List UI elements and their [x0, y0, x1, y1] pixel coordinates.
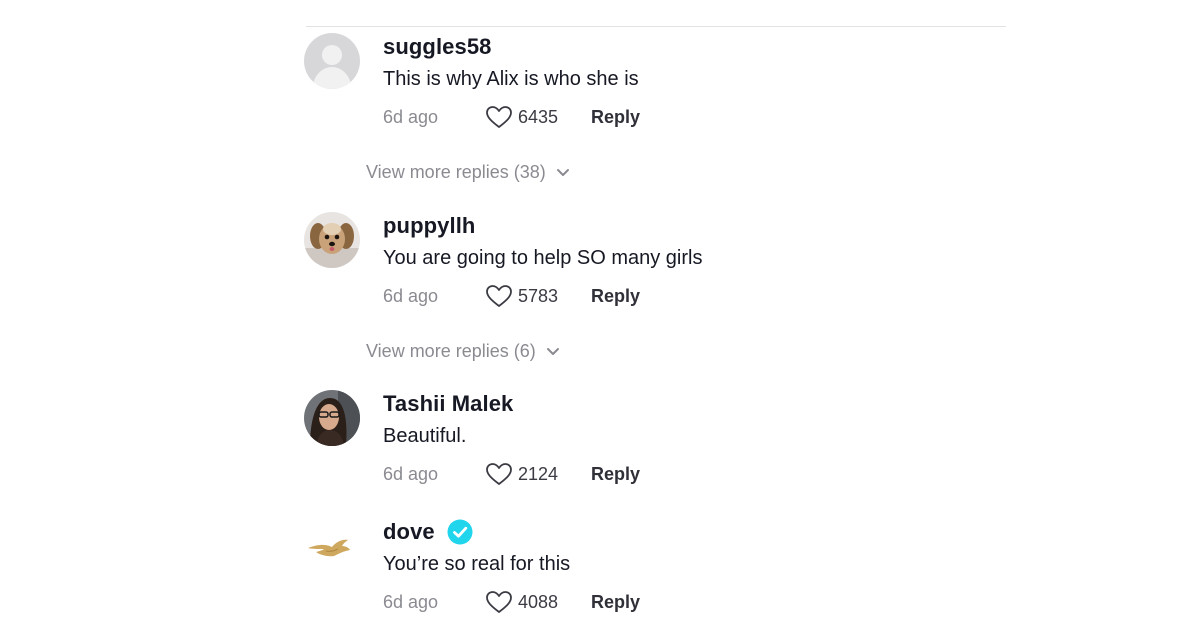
like-button[interactable]: 2124 — [485, 462, 591, 486]
avatar[interactable] — [304, 390, 360, 446]
like-count: 2124 — [518, 463, 559, 484]
chevron-down-icon — [556, 168, 569, 176]
heart-icon — [486, 106, 512, 128]
heart-icon — [486, 591, 512, 613]
username[interactable]: dove — [383, 519, 435, 545]
heart-icon — [486, 285, 512, 307]
dog-photo — [304, 212, 360, 268]
comment-text: You’re so real for this — [383, 553, 571, 575]
verified-badge-icon — [447, 519, 473, 545]
reply-button[interactable]: Reply — [591, 107, 640, 128]
avatar[interactable] — [304, 33, 360, 89]
reply-button[interactable]: Reply — [591, 592, 640, 613]
username[interactable]: suggles58 — [383, 34, 492, 60]
like-button[interactable]: 6435 — [485, 105, 591, 129]
view-more-label: View more replies (6) — [366, 341, 536, 361]
username[interactable]: Tashii Malek — [383, 391, 513, 417]
comment-text: You are going to help SO many girls — [383, 247, 703, 269]
avatar[interactable] — [304, 518, 360, 574]
username[interactable]: puppyllh — [383, 213, 475, 239]
timestamp: 6d ago — [383, 285, 439, 306]
avatar[interactable] — [304, 212, 360, 268]
like-count: 6435 — [518, 106, 559, 127]
timestamp: 6d ago — [383, 591, 439, 612]
view-more-replies[interactable]: View more replies (6) — [366, 341, 560, 362]
heart-icon — [486, 463, 512, 485]
comments-panel: suggles58 This is why Alix is who she is… — [0, 0, 1200, 628]
person-photo — [304, 390, 360, 446]
timestamp: 6d ago — [383, 463, 439, 484]
timestamp: 6d ago — [383, 106, 439, 127]
divider — [306, 26, 1006, 27]
comment-text: Beautiful. — [383, 425, 467, 447]
like-button[interactable]: 4088 — [485, 590, 591, 614]
comment-text: This is why Alix is who she is — [383, 68, 639, 90]
reply-button[interactable]: Reply — [591, 286, 640, 307]
default-avatar-icon — [304, 33, 360, 89]
like-count: 5783 — [518, 285, 559, 306]
like-button[interactable]: 5783 — [485, 284, 591, 308]
dove-logo — [304, 518, 360, 574]
view-more-replies[interactable]: View more replies (38) — [366, 162, 570, 183]
view-more-label: View more replies (38) — [366, 162, 546, 182]
chevron-down-icon — [546, 347, 559, 355]
like-count: 4088 — [518, 591, 559, 612]
reply-button[interactable]: Reply — [591, 464, 640, 485]
